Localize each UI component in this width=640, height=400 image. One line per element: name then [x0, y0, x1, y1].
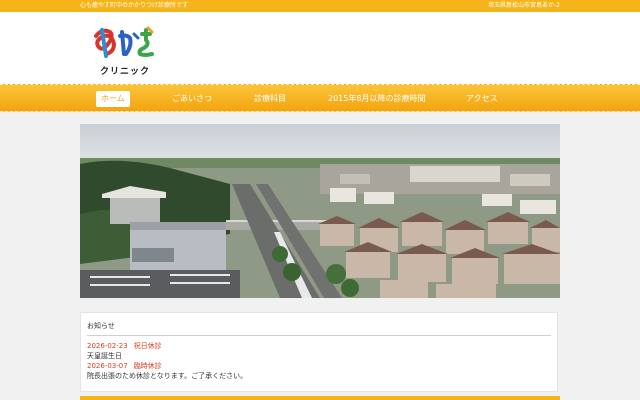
news-date: 2026-03-07	[87, 362, 128, 370]
news-kind: 祝日休診	[133, 342, 162, 350]
nav-home[interactable]: ホーム	[96, 91, 130, 107]
logo-mark	[94, 26, 154, 58]
main-navigation: ホーム ごあいさつ 診療科目 2015年8月以降の診療時間 アクセス	[0, 84, 640, 112]
news-entry-1-body: 天皇誕生日	[87, 352, 122, 360]
news-date: 2026-02-23	[87, 342, 128, 350]
nav-hours[interactable]: 2015年8月以降の診療時間	[328, 91, 425, 107]
top-info-bar: 心も癒やす町中のかかりつけ診療所です 埼玉県新松山市宮島あか-2	[0, 0, 640, 12]
news-panel: お知らせ 2026-02-23 祝日休診 天皇誕生日 2026-03-07 臨時休診…	[80, 312, 558, 392]
nav-access[interactable]: アクセス	[466, 91, 498, 107]
nav-departments[interactable]: 診療科目	[254, 91, 286, 107]
news-entry-1-header: 2026-02-23 祝日休診	[87, 341, 162, 351]
logo-subtitle: クリニック	[100, 67, 151, 77]
site-tagline: 心も癒やす町中のかかりつけ診療所です	[80, 2, 189, 9]
site-header: クリニック	[0, 12, 640, 84]
news-kind: 臨時休診	[133, 362, 162, 370]
hero-photo	[80, 124, 560, 298]
news-entry-2-header: 2026-03-07 臨時休診	[87, 361, 162, 371]
news-entry-2-body: 院長出張のため休診となります。ご了承ください。	[87, 372, 248, 380]
footer-accent-bar	[80, 396, 560, 400]
clinic-logo[interactable]: クリニック	[92, 26, 202, 78]
news-divider	[87, 335, 551, 336]
nav-greeting[interactable]: ごあいさつ	[172, 91, 212, 107]
hero-townscape-image	[80, 124, 560, 298]
news-title: お知らせ	[87, 322, 115, 330]
clinic-address: 埼玉県新松山市宮島あか-2	[488, 2, 560, 9]
